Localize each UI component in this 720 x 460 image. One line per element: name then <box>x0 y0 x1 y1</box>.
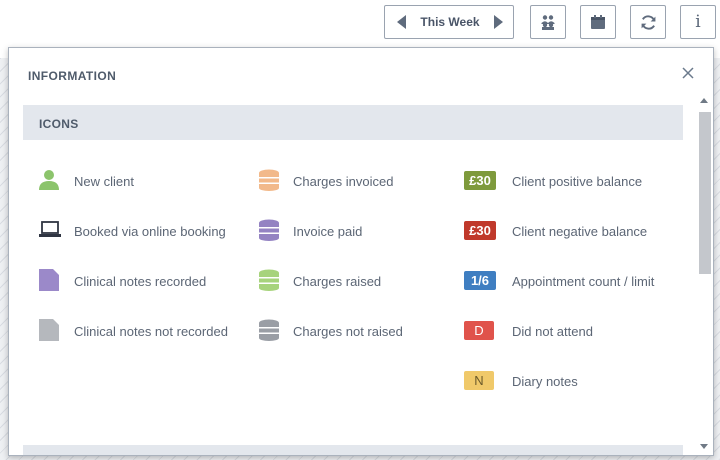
legend-label: Client positive balance <box>512 174 643 189</box>
laptop-icon <box>39 221 61 237</box>
legend-item-notes-not-recorded: Clinical notes not recorded <box>39 319 259 343</box>
coins-icon-stack <box>259 219 279 241</box>
diary-notes-badge: N <box>464 371 494 390</box>
note-icon <box>39 319 59 341</box>
close-button[interactable] <box>681 66 695 80</box>
legend-item-notes-recorded: Clinical notes recorded <box>39 269 254 293</box>
modal-content: ICONS New client Booked via online booki… <box>23 105 683 455</box>
info-icon: i <box>695 12 701 32</box>
legend-label: Charges raised <box>293 274 382 289</box>
laptop-icon-screen <box>41 221 59 234</box>
legend-label: Charges invoiced <box>293 174 394 189</box>
legend-item-positive-balance: £30 Client positive balance <box>464 169 679 193</box>
info-button[interactable]: i <box>680 5 716 39</box>
legend-item-invoice-paid: Invoice paid <box>258 219 458 243</box>
scroll-thumb[interactable] <box>699 112 711 274</box>
scroll-down-icon[interactable] <box>700 444 708 449</box>
laptop-icon-base <box>39 234 61 237</box>
legend-label: Diary notes <box>512 374 578 389</box>
refresh-button[interactable] <box>630 5 666 39</box>
people-icon <box>541 15 555 30</box>
legend-item-diary-notes: N Diary notes <box>464 369 679 393</box>
legend-label: Appointment count / limit <box>512 274 655 289</box>
legend-label: Charges not raised <box>293 324 403 339</box>
legend-item-negative-balance: £30 Client negative balance <box>464 219 679 243</box>
previous-week-icon[interactable] <box>397 15 406 29</box>
scroll-up-icon[interactable] <box>700 98 708 103</box>
next-week-icon[interactable] <box>493 15 503 29</box>
week-label[interactable]: This Week <box>420 15 479 29</box>
next-section-header <box>23 445 683 455</box>
icons-section-header: ICONS <box>23 105 683 140</box>
legend-item-charges-invoiced: Charges invoiced <box>258 169 458 193</box>
modal-title: INFORMATION <box>28 69 117 83</box>
legend-label: Clinical notes not recorded <box>74 324 228 339</box>
coins-icon-stack <box>259 319 279 341</box>
legend-item-appointment-count: 1/6 Appointment count / limit <box>464 269 679 293</box>
calendar-button[interactable] <box>580 5 616 39</box>
close-icon <box>682 67 694 79</box>
legend-item-charges-not-raised: Charges not raised <box>258 319 458 343</box>
note-icon-shape <box>39 269 59 291</box>
legend-label: Client negative balance <box>512 224 648 239</box>
toolbar: This Week i <box>0 5 720 41</box>
coins-icon <box>259 319 279 341</box>
person-icon-body <box>39 181 59 190</box>
legend-label: Invoice paid <box>293 224 363 239</box>
coins-icon <box>259 219 279 241</box>
legend-label: Clinical notes recorded <box>74 274 207 289</box>
note-icon-shape <box>39 319 59 341</box>
positive-balance-badge: £30 <box>464 171 496 190</box>
legend-item-online-booking: Booked via online booking <box>39 219 254 243</box>
section-title: ICONS <box>39 117 79 131</box>
calendar-icon <box>591 15 605 29</box>
week-selector: This Week <box>384 5 514 39</box>
staff-view-button[interactable] <box>530 5 566 39</box>
negative-balance-badge: £30 <box>464 221 496 240</box>
coins-icon-stack <box>259 169 279 191</box>
person-icon <box>39 170 59 190</box>
coins-icon <box>259 169 279 191</box>
did-not-attend-badge: D <box>464 321 494 340</box>
legend-item-did-not-attend: D Did not attend <box>464 319 679 343</box>
legend-label: Booked via online booking <box>74 224 226 239</box>
appointment-count-badge: 1/6 <box>464 271 496 290</box>
legend-item-new-client: New client <box>39 169 254 193</box>
information-modal: INFORMATION ICONS New client Booked via … <box>8 47 714 456</box>
coins-icon-stack <box>259 269 279 291</box>
person-icon-head <box>44 170 54 180</box>
note-icon <box>39 269 59 291</box>
legend-label: Did not attend <box>512 324 593 339</box>
refresh-icon <box>641 14 655 30</box>
legend-label: New client <box>74 174 134 189</box>
modal-scrollbar[interactable] <box>697 98 711 453</box>
coins-icon <box>259 269 279 291</box>
legend-item-charges-raised: Charges raised <box>258 269 458 293</box>
